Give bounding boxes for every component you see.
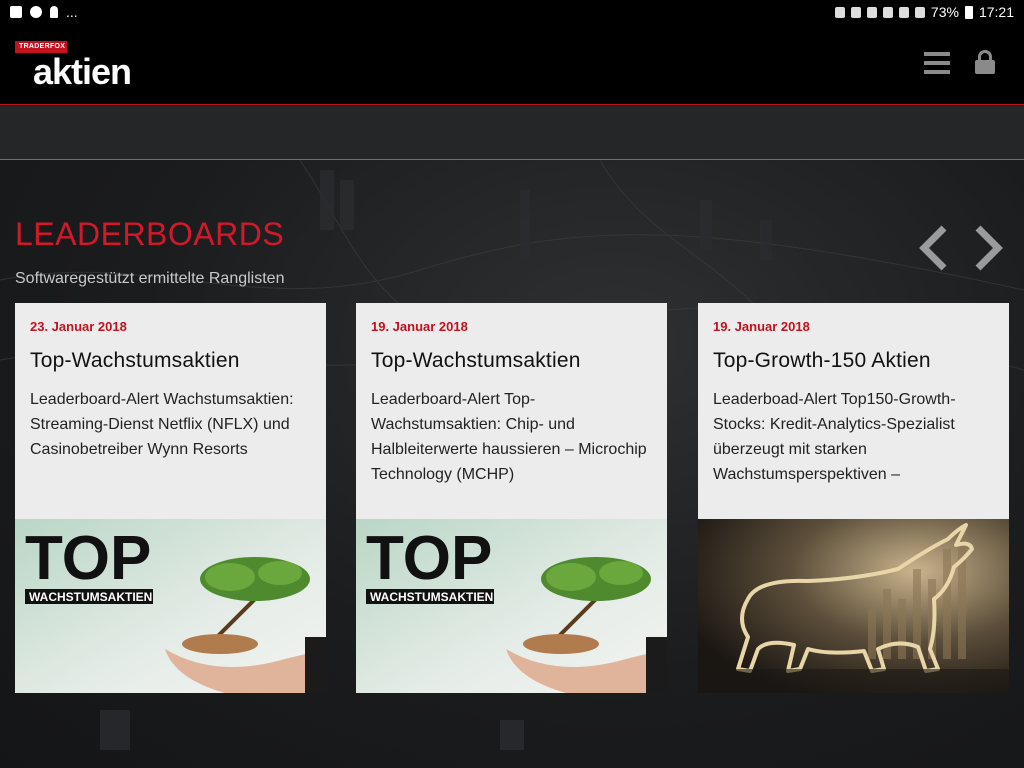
card-date: 19. Januar 2018	[713, 319, 810, 334]
battery-percent: 73%	[930, 4, 959, 20]
status-indicators: 73% 17:21	[834, 4, 1014, 20]
leaderboard-card[interactable]: 19. Januar 2018 Top-Wachstumsaktien Lead…	[356, 303, 667, 693]
leaderboard-carousel: 23. Januar 2018 Top-Wachstumsaktien Lead…	[15, 303, 1009, 693]
chevron-left-icon[interactable]	[916, 224, 950, 272]
system-status-bar: ... 73% 17:21	[0, 0, 1024, 24]
image-subline: WACHSTUMSAKTIEN	[370, 590, 493, 604]
status-time: 17:21	[978, 4, 1014, 20]
card-image-top-wachstumsaktien[interactable]: TOP WACHSTUMSAKTIEN	[15, 519, 326, 693]
site-logo[interactable]: aktien	[33, 52, 132, 92]
card-teaser: Leaderboad-Alert Top150-Growth-Stocks: K…	[713, 391, 956, 483]
gallery-icon	[10, 6, 22, 18]
leaderboards-section: LEADERBOARDS Softwaregestützt ermittelte…	[0, 160, 1024, 768]
card-teaser: Leaderboard-Alert Top-Wachstumsaktien: C…	[371, 391, 647, 483]
nfc-icon	[834, 6, 845, 18]
card-image-top-wachstumsaktien[interactable]: TOP WACHSTUMSAKTIEN	[356, 519, 667, 693]
card-title[interactable]: Top-Wachstumsaktien	[371, 349, 581, 373]
status-notifications: ...	[10, 4, 78, 20]
leaderboard-card[interactable]: 23. Januar 2018 Top-Wachstumsaktien Lead…	[15, 303, 326, 693]
more-notifications-text: ...	[66, 4, 78, 20]
image-headline: TOP	[366, 524, 492, 593]
person-icon	[50, 6, 58, 18]
leaderboard-card[interactable]: 19. Januar 2018 Top-Growth-150 Aktien Le…	[698, 303, 1009, 693]
battery-icon	[964, 5, 973, 19]
card-date: 23. Januar 2018	[30, 319, 127, 334]
image-subline: WACHSTUMSAKTIEN	[29, 590, 152, 604]
clock-app-icon	[30, 6, 42, 18]
chevron-right-icon[interactable]	[972, 224, 1006, 272]
card-title[interactable]: Top-Wachstumsaktien	[30, 349, 240, 373]
card-date: 19. Januar 2018	[371, 319, 468, 334]
card-title[interactable]: Top-Growth-150 Aktien	[713, 349, 931, 373]
signal-icon	[914, 6, 925, 18]
lock-icon[interactable]	[974, 50, 996, 74]
section-title: LEADERBOARDS	[15, 216, 285, 252]
card-teaser: Leaderboard-Alert Wachstumsaktien: Strea…	[30, 391, 294, 458]
sub-navigation-bar	[0, 106, 1024, 160]
card-image-bull[interactable]	[698, 519, 1009, 693]
mute-icon	[866, 6, 877, 18]
section-subtitle: Softwaregestützt ermittelte Ranglisten	[15, 270, 285, 287]
bluetooth-icon	[850, 6, 861, 18]
wifi-icon	[898, 6, 909, 18]
alarm-icon	[882, 6, 893, 18]
image-headline: TOP	[25, 524, 151, 593]
hamburger-menu-icon[interactable]	[924, 52, 950, 74]
site-header: TRADERFOX aktien	[0, 24, 1024, 105]
